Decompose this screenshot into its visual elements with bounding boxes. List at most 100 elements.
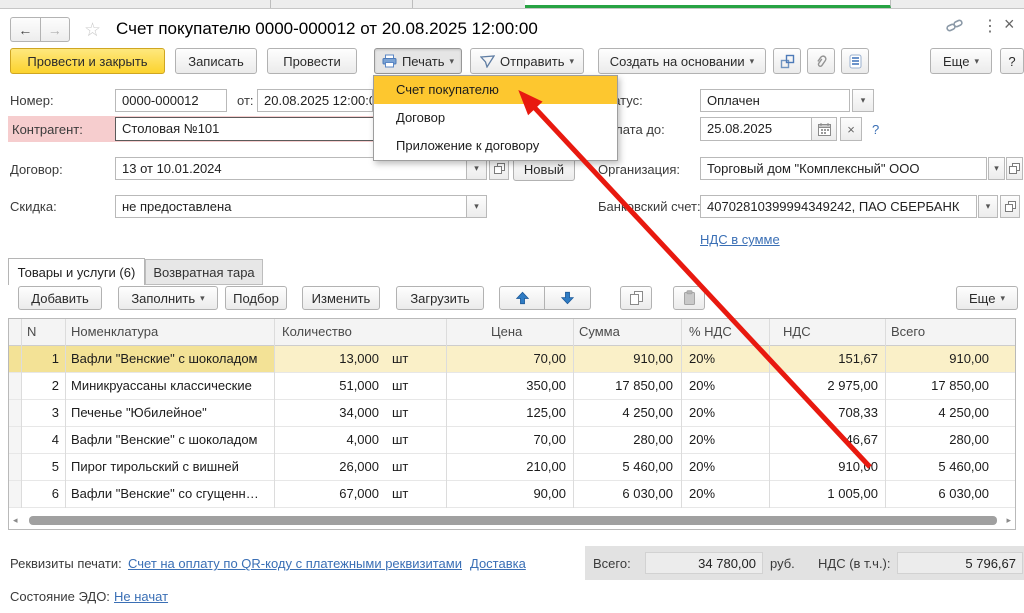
edo-status-link[interactable]: Не начат [114, 589, 168, 604]
load-button[interactable]: Загрузить [396, 286, 484, 310]
taskbar-tab[interactable] [891, 0, 1024, 8]
scrollbar-thumb[interactable] [29, 516, 997, 525]
close-icon[interactable]: × [1004, 14, 1015, 35]
edit-button[interactable]: Изменить [302, 286, 380, 310]
taskbar-tab-strip [0, 0, 1024, 9]
favorite-star-icon[interactable]: ☆ [84, 19, 101, 42]
chevron-down-icon: ▾ [474, 163, 479, 173]
tab-goods-services[interactable]: Товары и услуги (6) [8, 258, 145, 285]
write-button[interactable]: Записать [175, 48, 257, 74]
page-title: Счет покупателю 0000-000012 от 20.08.202… [116, 19, 538, 38]
table-row[interactable]: 2 Миникруассаны классические 51,000 шт 350,0… [9, 373, 1015, 400]
fill-button[interactable]: Заполнить ▾ [118, 286, 218, 310]
calendar-picker-button[interactable] [811, 117, 837, 141]
post-button[interactable]: Провести [267, 48, 357, 74]
send-button[interactable]: Отправить ▾ [470, 48, 584, 74]
taskbar-tab[interactable] [412, 0, 526, 8]
pay-until-help-link[interactable]: ? [872, 122, 879, 137]
chevron-down-icon: ▾ [200, 292, 205, 303]
report-button[interactable] [841, 48, 869, 74]
taskbar-tab[interactable] [0, 0, 271, 8]
cell-qty: 26,000 [339, 459, 379, 474]
move-down-button[interactable] [545, 286, 591, 310]
paste-rows-button[interactable] [673, 286, 705, 310]
organization-field[interactable]: Торговый дом "Комплексный" ООО [700, 157, 987, 180]
items-table-header: N Номенклатура Количество Цена Сумма% НДС НДС… [9, 319, 1015, 346]
taskbar-tab[interactable] [270, 0, 413, 8]
vat-mode-link[interactable]: НДС в сумме [700, 232, 780, 247]
print-menu-item-contract[interactable]: Договор [374, 104, 617, 132]
print-details-link[interactable]: Счет на оплату по QR-коду с платежными р… [128, 556, 462, 571]
discount-field[interactable]: не предоставлена [115, 195, 467, 218]
cell-qty: 4,000 [346, 432, 379, 447]
copy-link-icon[interactable] [946, 18, 964, 34]
organization-open-button[interactable] [1006, 157, 1023, 180]
grid-line [885, 319, 886, 508]
history-nav: ← → [10, 17, 70, 42]
edo-status-label: Состояние ЭДО: [10, 589, 110, 604]
table-more-button[interactable]: Еще ▾ [956, 286, 1018, 310]
cell-vat: 46,67 [845, 432, 878, 447]
pick-button[interactable]: Подбор [225, 286, 287, 310]
help-button[interactable]: ? [1000, 48, 1024, 74]
column-header[interactable]: Всего [885, 319, 1023, 345]
bank-account-open-button[interactable] [1000, 195, 1020, 218]
organization-dropdown-button[interactable]: ▾ [988, 157, 1005, 180]
table-row[interactable]: 3 Печенье "Юбилейное" 34,000 шт 125,00 4 250,… [9, 400, 1015, 427]
related-documents-button[interactable] [773, 48, 801, 74]
scroll-left-icon[interactable]: ◂ [13, 515, 18, 526]
move-up-button[interactable] [499, 286, 545, 310]
more-button[interactable]: Еще ▾ [930, 48, 992, 74]
create-on-basis-button[interactable]: Создать на основании ▾ [598, 48, 766, 74]
pick-label: Подбор [233, 290, 279, 306]
number-field[interactable]: 0000-000012 [115, 89, 227, 112]
pay-until-field[interactable]: 25.08.2025 [700, 117, 812, 141]
copy-rows-button[interactable] [620, 286, 652, 310]
column-header[interactable]: Количество [274, 319, 454, 345]
load-label: Загрузить [410, 290, 470, 306]
back-button[interactable]: ← [10, 17, 40, 42]
chevron-down-icon: ▾ [749, 55, 755, 66]
post-and-close-button[interactable]: Провести и закрыть [10, 48, 165, 74]
delivery-link[interactable]: Доставка [470, 556, 526, 571]
cell-qty: 34,000 [339, 405, 379, 420]
table-row[interactable]: 6 Вафли "Венские" со сгущенн… 67,000 шт 90,0… [9, 481, 1015, 508]
bank-account-dropdown-button[interactable]: ▾ [978, 195, 998, 218]
date-field[interactable]: 20.08.2025 12:00:00 [257, 89, 373, 112]
chevron-down-icon: ▾ [860, 95, 866, 105]
column-header[interactable]: Сумма [573, 319, 687, 345]
cell-unit: шт [392, 351, 409, 366]
taskbar-tab-active[interactable] [525, 0, 891, 8]
attachments-button[interactable] [807, 48, 835, 74]
status-dropdown-button[interactable]: ▾ [852, 89, 874, 112]
status-field[interactable]: Оплачен [700, 89, 850, 112]
print-menu-item-invoice[interactable]: Счет покупателю [374, 76, 617, 104]
forward-button[interactable]: → [39, 17, 70, 42]
column-header[interactable]: % НДС [681, 319, 777, 345]
column-header[interactable]: НДС [769, 319, 899, 345]
window-menu-icon[interactable]: ⋮ [982, 16, 998, 36]
cell-vat: 910,00 [838, 459, 878, 474]
table-row[interactable]: 1 Вафли "Венские" с шоколадом 13,000 шт 70,0… [9, 346, 1015, 373]
pay-until-clear-button[interactable]: × [840, 117, 862, 141]
column-header[interactable]: Номенклатура [65, 319, 280, 345]
number-label: Номер: [10, 93, 54, 108]
cell-name: Миникруассаны классические [71, 378, 252, 393]
report-list-icon [849, 54, 862, 69]
print-button[interactable]: Печать ▾ [374, 48, 462, 74]
printer-icon [382, 54, 397, 68]
open-in-form-icon [1009, 163, 1020, 174]
discount-dropdown-button[interactable]: ▾ [466, 195, 487, 218]
bank-account-field[interactable]: 40702810399994349242, ПАО СБЕРБАНК [700, 195, 977, 218]
horizontal-scrollbar[interactable]: ◂ ▸ [11, 515, 1011, 527]
column-header[interactable]: N [21, 319, 71, 345]
print-menu-item-annex[interactable]: Приложение к договору [374, 132, 617, 160]
edit-label: Изменить [311, 290, 371, 306]
add-row-button[interactable]: Добавить [18, 286, 102, 310]
cell-vat: 2 975,00 [827, 378, 878, 393]
cell-sum: 280,00 [633, 432, 673, 447]
scroll-right-icon[interactable]: ▸ [1006, 515, 1011, 526]
table-row[interactable]: 4 Вафли "Венские" с шоколадом 4,000 шт 70,00… [9, 427, 1015, 454]
table-row[interactable]: 5 Пирог тирольский с вишней 26,000 шт 210,00… [9, 454, 1015, 481]
tab-returnable-packaging[interactable]: Возвратная тара [145, 259, 263, 285]
